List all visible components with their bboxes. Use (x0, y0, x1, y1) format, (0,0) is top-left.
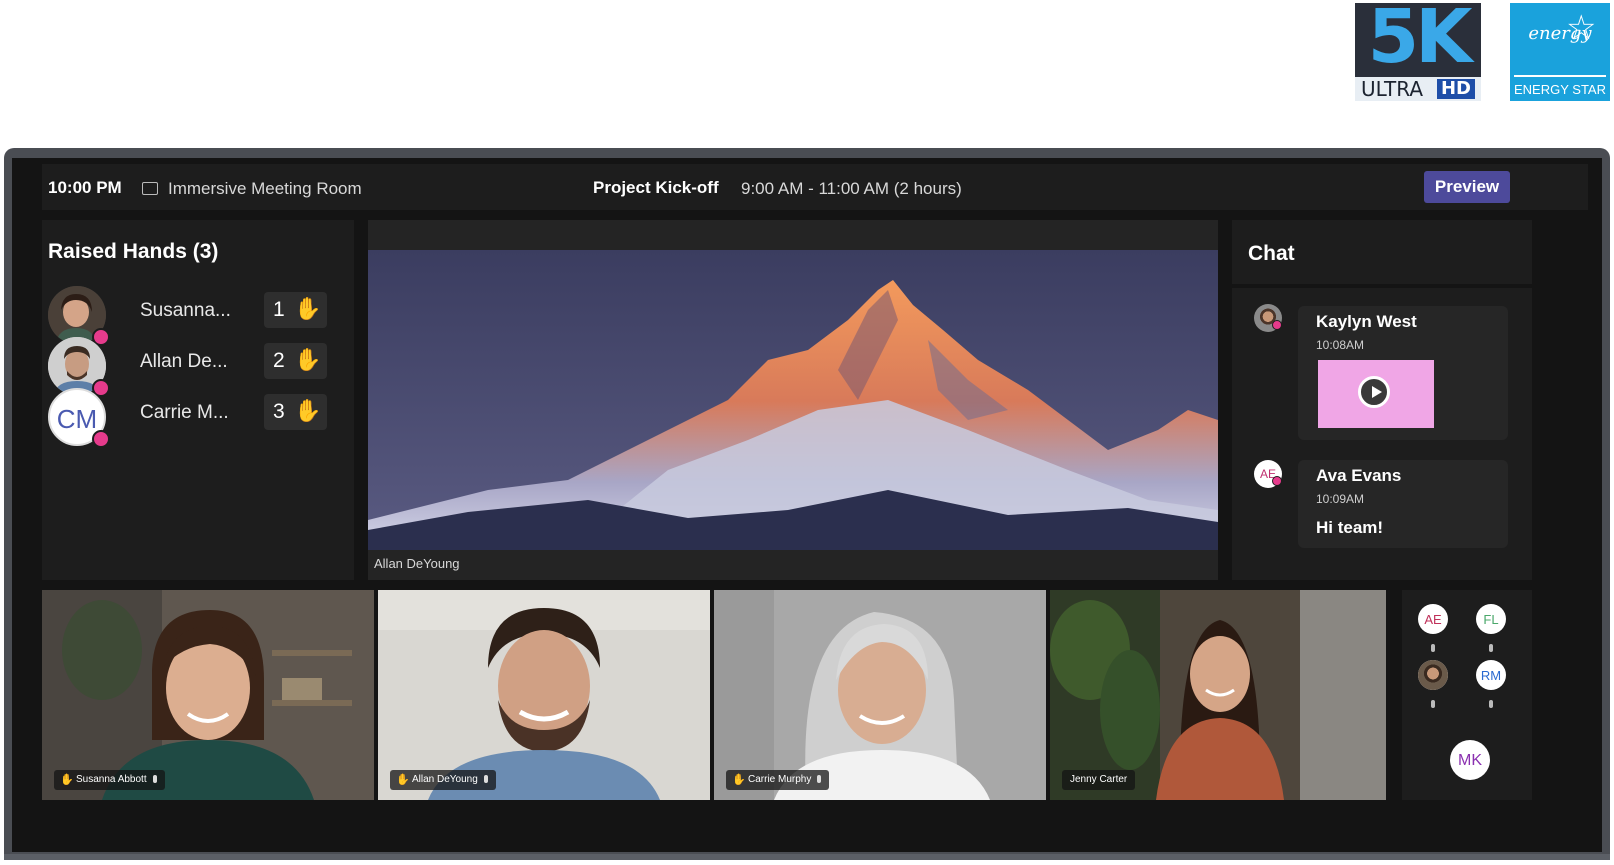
5k-ultra-hd-logo: 5K ULTRA HD (1355, 3, 1481, 101)
clock-time: 10:00 PM (48, 178, 122, 197)
raised-hand-icon: ✋ (294, 296, 322, 321)
avatar-initials: AE (1424, 612, 1442, 627)
video-attachment[interactable] (1318, 360, 1434, 428)
raised-hand-icon: ✋ (732, 774, 746, 786)
avatar-initials: MK (1458, 752, 1482, 769)
message-time: 10:08AM (1316, 338, 1365, 352)
meeting-header: 10:00 PM Immersive Meeting Room Project … (42, 164, 1588, 210)
presence-dot (1272, 320, 1282, 330)
participant-name: Allan DeYoung (412, 774, 478, 785)
hand-order: 2 (273, 349, 285, 372)
meeting-title: Project Kick-off (593, 178, 719, 197)
raised-hand-icon: ✋ (294, 398, 322, 423)
participant-name-tag: ✋ Susanna Abbott (54, 770, 165, 790)
participant-name-tag: ✋ Allan DeYoung (390, 770, 496, 790)
avatar-initials: FL (1483, 612, 1499, 627)
logo-5k-text: 5K (1367, 3, 1473, 80)
hand-order-badge: 3 ✋ (264, 394, 327, 430)
meeting-screen: 10:00 PM Immersive Meeting Room Project … (12, 158, 1602, 852)
hand-order-badge: 2 ✋ (264, 343, 327, 379)
chat-message[interactable]: Kaylyn West 10:08AM (1298, 306, 1508, 440)
participant-video-tile[interactable]: Jenny Carter (1050, 590, 1386, 800)
star-icon: ☆ (1566, 9, 1597, 47)
mic-icon (1431, 644, 1435, 652)
participant-name: Jenny Carter (1070, 774, 1128, 785)
raised-hand-item[interactable]: Susanna... 1 ✋ (42, 286, 354, 346)
raised-hands-title: Raised Hands (3) (48, 240, 219, 263)
display-monitor: 10:00 PM Immersive Meeting Room Project … (4, 148, 1610, 860)
raised-hand-item[interactable]: CM Carrie M... 3 ✋ (42, 388, 354, 448)
avatar-photo (1418, 660, 1448, 690)
logo-ultra-text: ULTRA (1361, 77, 1424, 101)
avatar[interactable]: FL (1476, 604, 1506, 634)
chat-header: Chat (1232, 220, 1532, 288)
raised-hands-panel: Raised Hands (3) Susanna... 1 ✋ Allan De… (42, 220, 354, 580)
chat-message[interactable]: Ava Evans 10:09AM Hi team! (1298, 460, 1508, 548)
energy-star-label: ENERGY STAR (1514, 82, 1606, 97)
raised-hand-icon: ✋ (294, 347, 322, 372)
chat-title: Chat (1248, 242, 1295, 265)
participant-video-tile[interactable]: ✋ Susanna Abbott (42, 590, 374, 800)
monitor-bezel-bottom (4, 854, 1610, 860)
logo-hd-text: HD (1436, 79, 1475, 99)
screen-share-icon (142, 182, 158, 195)
meeting-time: 9:00 AM - 11:00 AM (2 hours) (741, 179, 962, 198)
presence-dot (92, 430, 110, 448)
video-caption: Allan DeYoung (374, 556, 460, 571)
mic-icon (1431, 700, 1435, 708)
avatar[interactable]: MK (1450, 740, 1490, 780)
participant-name: Susanna... (140, 300, 231, 321)
raised-hand-item[interactable]: Allan De... 2 ✋ (42, 337, 354, 397)
room-name: Immersive Meeting Room (168, 179, 362, 198)
raised-hand-icon: ✋ (60, 774, 74, 786)
mic-icon (817, 775, 822, 784)
mic-icon (152, 775, 157, 784)
message-author: Ava Evans (1316, 466, 1402, 485)
participant-name: Carrie M... (140, 402, 229, 423)
message-text: Hi team! (1316, 518, 1384, 537)
preview-button[interactable]: Preview (1424, 171, 1510, 203)
main-video-stage[interactable]: Allan DeYoung (368, 220, 1218, 580)
hand-order: 3 (273, 400, 285, 423)
participant-roster: AE FL RM MK (1402, 590, 1532, 800)
participant-name-tag: Jenny Carter (1062, 770, 1136, 790)
mic-icon (1489, 700, 1493, 708)
energy-star-logo: energy ☆ ENERGY STAR (1510, 3, 1610, 101)
participant-name-tag: ✋ Carrie Murphy (726, 770, 830, 790)
message-author: Kaylyn West (1316, 312, 1417, 331)
message-time: 10:09AM (1316, 492, 1365, 506)
play-icon[interactable] (1358, 376, 1390, 408)
raised-hand-icon: ✋ (396, 774, 410, 786)
participant-video-tile[interactable]: ✋ Allan DeYoung (378, 590, 710, 800)
participant-name: Allan De... (140, 351, 228, 372)
hand-order: 1 (273, 298, 285, 321)
chat-panel: Chat Kaylyn West 10:08AM AE Ava Evans 10… (1232, 220, 1532, 580)
shared-video-image (368, 250, 1218, 550)
participant-video-tile[interactable]: ✋ Carrie Murphy (714, 590, 1046, 800)
participant-name: Susanna Abbott (76, 774, 147, 785)
avatar[interactable]: AE (1418, 604, 1448, 634)
participant-name: Carrie Murphy (748, 774, 812, 785)
avatar-initials: RM (1480, 668, 1502, 683)
presence-dot (1272, 476, 1282, 486)
avatar[interactable] (1418, 660, 1448, 690)
avatar[interactable]: RM (1476, 660, 1506, 690)
mic-icon (1489, 644, 1493, 652)
hand-order-badge: 1 ✋ (264, 292, 327, 328)
mic-icon (483, 775, 488, 784)
